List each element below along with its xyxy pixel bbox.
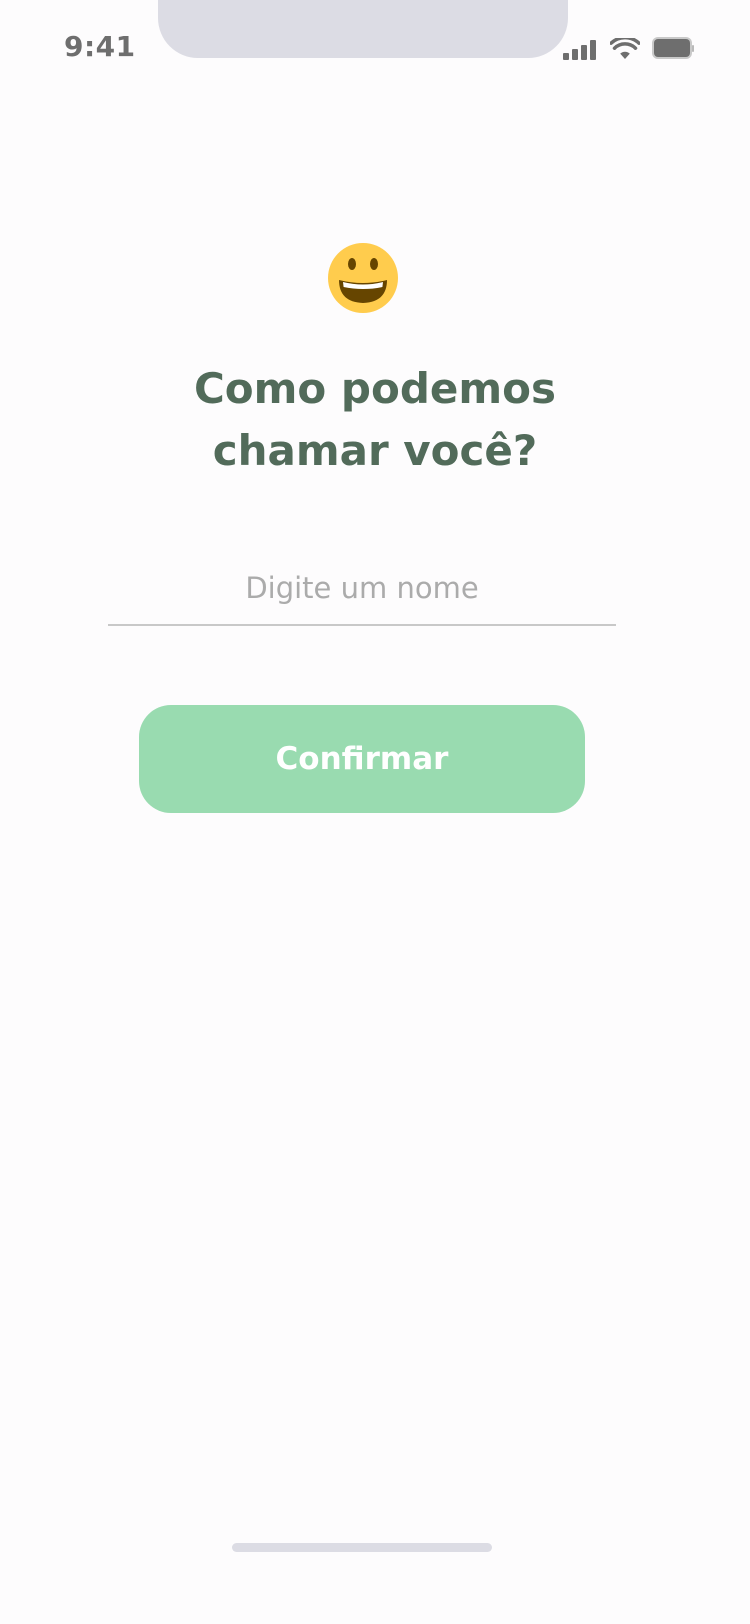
battery-icon xyxy=(654,39,694,59)
signal-icon xyxy=(563,38,596,60)
wifi-icon xyxy=(610,38,640,59)
home-indicator xyxy=(232,1543,492,1552)
grinning-face-icon xyxy=(328,243,398,313)
name-input[interactable] xyxy=(108,552,616,626)
status-icons xyxy=(563,36,694,60)
confirm-button[interactable]: Confirmar xyxy=(139,705,585,813)
page-title: Como podemos chamar você? xyxy=(193,364,556,475)
device-notch xyxy=(158,0,568,58)
status-time: 9:41 xyxy=(64,30,136,63)
